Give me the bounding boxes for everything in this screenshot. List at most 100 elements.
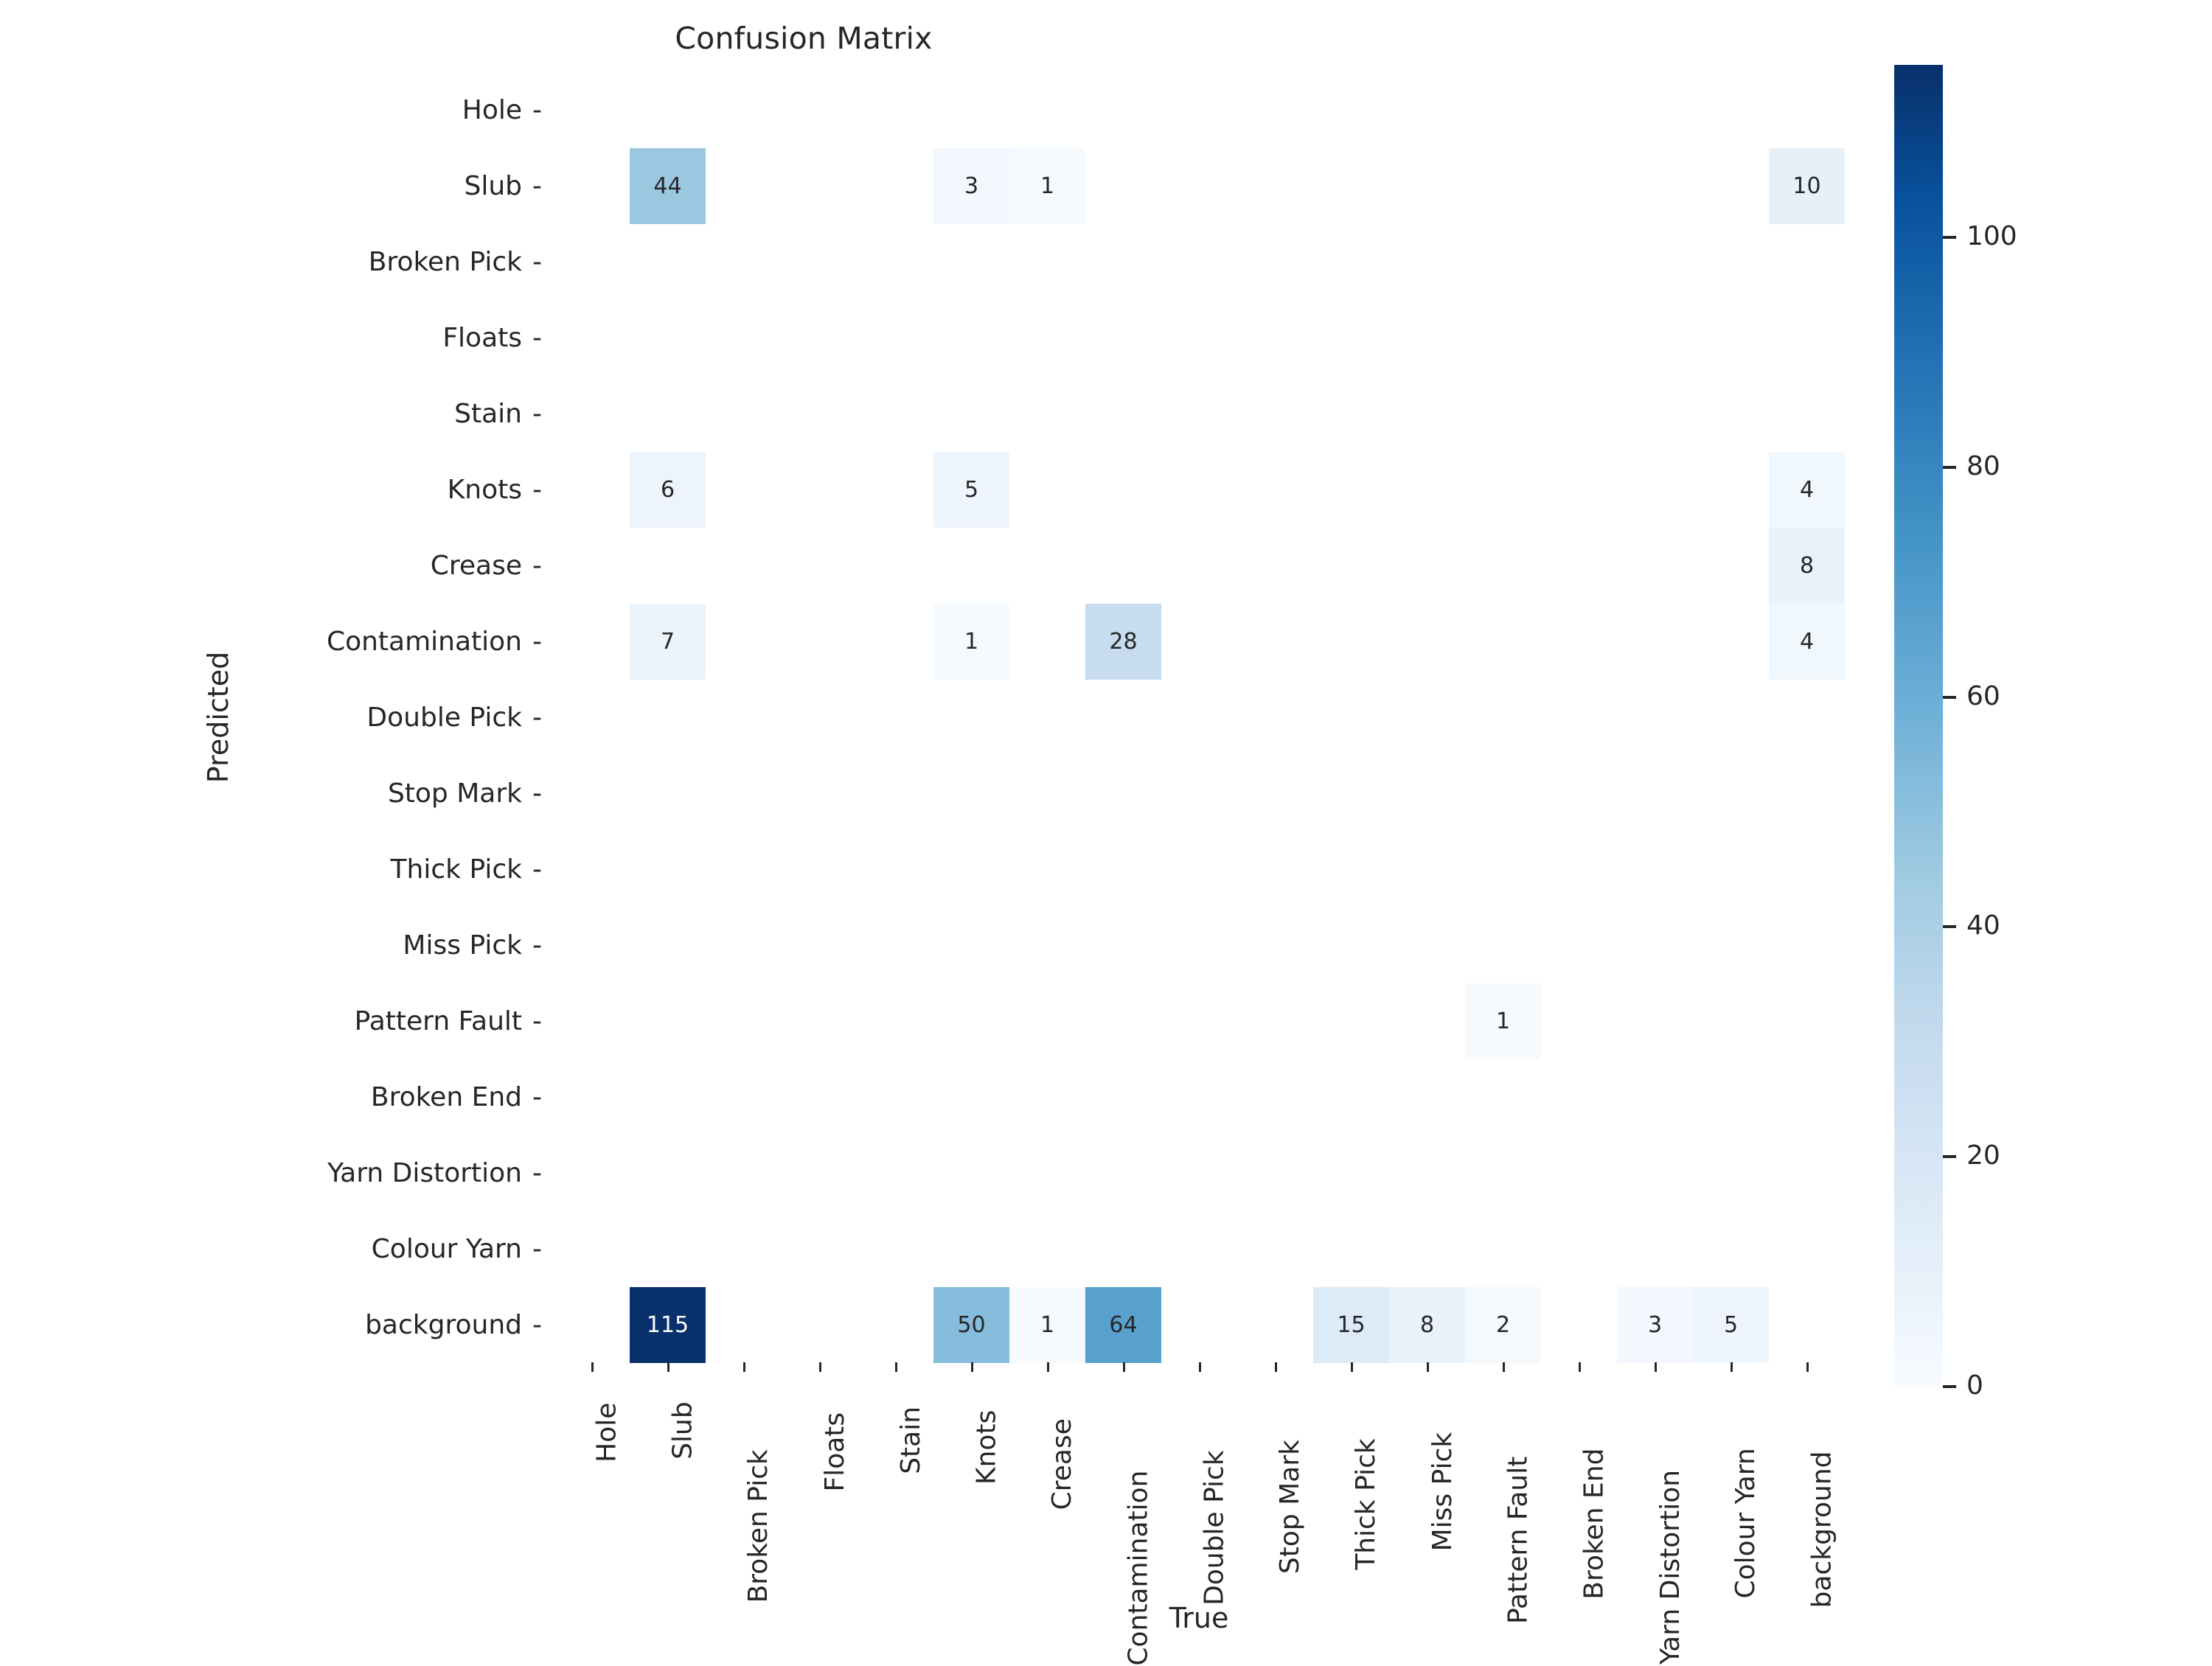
heatmap-cell-value: 1 [1495, 1008, 1511, 1034]
x-axis-tick-slub: Slub [630, 1362, 706, 1628]
y-axis-tick-mark: - [532, 1158, 542, 1188]
y-axis-tick-hole: Hole - [462, 72, 542, 148]
x-axis-tick-label: Pattern Fault [1503, 1456, 1534, 1625]
heatmap-cell: 115 [630, 1287, 706, 1363]
y-axis-tick-label: Floats [442, 323, 522, 353]
x-axis-tick-double-pick: Double Pick [1161, 1362, 1237, 1628]
colorbar: 0 20 40 60 80 100 [1894, 65, 2017, 1401]
x-axis-tick-label: Thick Pick [1351, 1438, 1382, 1570]
heatmap-cell: 50 [933, 1287, 1009, 1363]
y-axis-tick-double-pick: Double Pick - [366, 680, 542, 756]
x-axis-tick-contamination: Contamination [1085, 1362, 1161, 1666]
heatmap-cell: 10 [1769, 148, 1845, 224]
y-axis-tick-mark: - [532, 1310, 542, 1340]
x-axis-tick-knots: Knots [933, 1362, 1009, 1628]
heatmap-cell: 8 [1769, 528, 1845, 604]
heatmap-cell-value: 64 [1109, 1311, 1138, 1338]
y-axis-tick-label: Stop Mark [387, 778, 522, 809]
heatmap-cell: 44 [630, 148, 706, 224]
heatmap-cell: 64 [1085, 1287, 1161, 1363]
heatmap-cell: 1 [1465, 983, 1541, 1059]
y-axis-tick-mark: - [532, 778, 542, 809]
y-axis-tick-mark: - [532, 475, 542, 505]
heatmap-cell-value: 4 [1799, 476, 1815, 503]
heatmap-cell: 4 [1769, 452, 1845, 528]
y-axis-tick-pattern-fault: Pattern Fault - [355, 983, 542, 1059]
y-axis-tick-label: Colour Yarn [371, 1234, 522, 1264]
y-axis-tick-mark: - [532, 1082, 542, 1112]
heatmap-cell-value: 1 [964, 628, 979, 655]
heatmap-cell: 15 [1313, 1287, 1389, 1363]
y-axis-tick-broken-end: Broken End - [371, 1059, 542, 1135]
heatmap-cell: 28 [1085, 604, 1161, 680]
x-axis-tick-yarn-distortion: Yarn Distortion [1617, 1362, 1693, 1665]
y-axis-tick-label: Stain [454, 399, 522, 429]
x-axis-tick-colour-yarn: Colour Yarn [1693, 1362, 1769, 1628]
heatmap-cell-value: 1 [1040, 1311, 1055, 1338]
x-axis-tick-broken-end: Broken End [1541, 1362, 1617, 1628]
heatmap-cell: 5 [1693, 1287, 1769, 1363]
x-axis-tick-label: Yarn Distortion [1655, 1469, 1686, 1665]
heatmap-cell-value: 15 [1337, 1311, 1366, 1338]
colorbar-tick-mark [1943, 925, 1956, 929]
x-axis-tick-label: Colour Yarn [1731, 1448, 1761, 1599]
y-axis-tick-mark: - [532, 247, 542, 277]
y-axis-tick-background: background - [365, 1287, 542, 1363]
heatmap-cell: 5 [933, 452, 1009, 528]
y-axis-tick-label: Broken End [370, 1082, 522, 1112]
x-axis-tick-crease: Crease [1009, 1362, 1085, 1628]
colorbar-tick-label: 20 [1966, 1140, 2000, 1171]
x-axis-tick-label: Contamination [1123, 1470, 1154, 1666]
y-axis-tick-mark: - [532, 930, 542, 961]
heatmap-cell: 1 [1009, 148, 1085, 224]
y-axis-tick-colour-yarn: Colour Yarn - [372, 1211, 542, 1287]
heatmap-cell-value: 4 [1799, 628, 1815, 655]
x-axis-tick-hole: Hole [554, 1362, 630, 1628]
y-axis-tick-mark: - [532, 1006, 542, 1036]
heatmap-cell-value: 3 [1647, 1311, 1663, 1338]
x-axis-tick-floats: Floats [782, 1362, 858, 1628]
heatmap-cell-value: 7 [660, 628, 675, 655]
y-axis-tick-label: Thick Pick [390, 854, 522, 885]
colorbar-tick-mark [1943, 695, 1956, 699]
y-axis-tick-knots: Knots - [448, 452, 542, 528]
heatmap-cell-value: 8 [1419, 1311, 1435, 1338]
x-axis-tick-label: Stain [895, 1406, 926, 1474]
heatmap-cell-value: 8 [1799, 552, 1815, 579]
colorbar-tick-label: 40 [1966, 910, 2000, 941]
y-axis-tick-contamination: Contamination - [327, 604, 542, 680]
heatmap-cell-value: 5 [1723, 1311, 1739, 1338]
x-axis-tick-label: Broken Pick [743, 1449, 774, 1603]
colorbar-tick-mark [1943, 1155, 1956, 1159]
x-axis-tick-stain: Stain [858, 1362, 933, 1628]
heatmap-cell: 6 [630, 452, 706, 528]
page-title: Confusion Matrix [675, 21, 933, 56]
y-axis-tick-label: Knots [447, 475, 522, 505]
confusion-matrix-figure: Confusion Matrix Hole - Slub - Broken Pick - F… [0, 0, 2212, 1666]
colorbar-tick-label: 0 [1966, 1370, 1983, 1401]
heatmap-cell: 7 [630, 604, 706, 680]
x-axis-tick-label: Double Pick [1199, 1450, 1230, 1606]
colorbar-tick-mark [1943, 235, 1956, 239]
x-axis-tick-pattern-fault: Pattern Fault [1465, 1362, 1541, 1628]
colorbar-tick-mark [1943, 465, 1956, 469]
y-axis-tick-stain: Stain - [454, 376, 542, 452]
x-axis-tick-label: background [1806, 1451, 1837, 1609]
y-axis-tick-label: background [365, 1310, 522, 1340]
heatmap-cell-value: 115 [646, 1311, 689, 1338]
y-axis-tick-yarn-distortion: Yarn Distortion - [327, 1135, 542, 1211]
x-axis-tick-label: Stop Mark [1275, 1440, 1306, 1575]
y-axis-tick-stop-mark: Stop Mark - [388, 756, 542, 832]
x-axis-tick-labels: Hole Slub Broken Pick Floats Stain Knots Creas… [554, 1362, 1845, 1666]
y-axis-tick-mark: - [532, 95, 542, 125]
heatmap-cell: 1 [1009, 1287, 1085, 1363]
colorbar-tick-label: 80 [1966, 450, 2000, 481]
x-axis-tick-thick-pick: Thick Pick [1313, 1362, 1389, 1628]
heatmap-cell-value: 28 [1109, 628, 1138, 655]
x-axis-tick-miss-pick: Miss Pick [1389, 1362, 1465, 1628]
heatmap-cell: 2 [1465, 1287, 1541, 1363]
heatmap-cell: 1 [933, 604, 1009, 680]
y-axis-tick-label: Crease [430, 551, 522, 581]
x-axis-tick-stop-mark: Stop Mark [1237, 1362, 1313, 1628]
heatmap-cell-value: 6 [660, 476, 675, 503]
